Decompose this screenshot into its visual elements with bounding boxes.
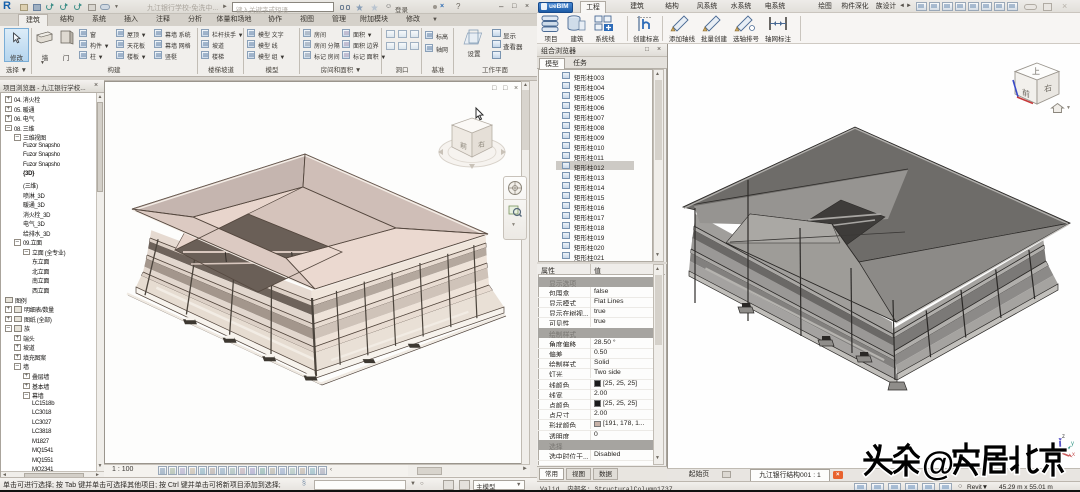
svg-text:右: 右 bbox=[1044, 82, 1052, 94]
svg-text:上: 上 bbox=[1032, 67, 1040, 76]
svg-text:@: @ bbox=[922, 445, 954, 482]
